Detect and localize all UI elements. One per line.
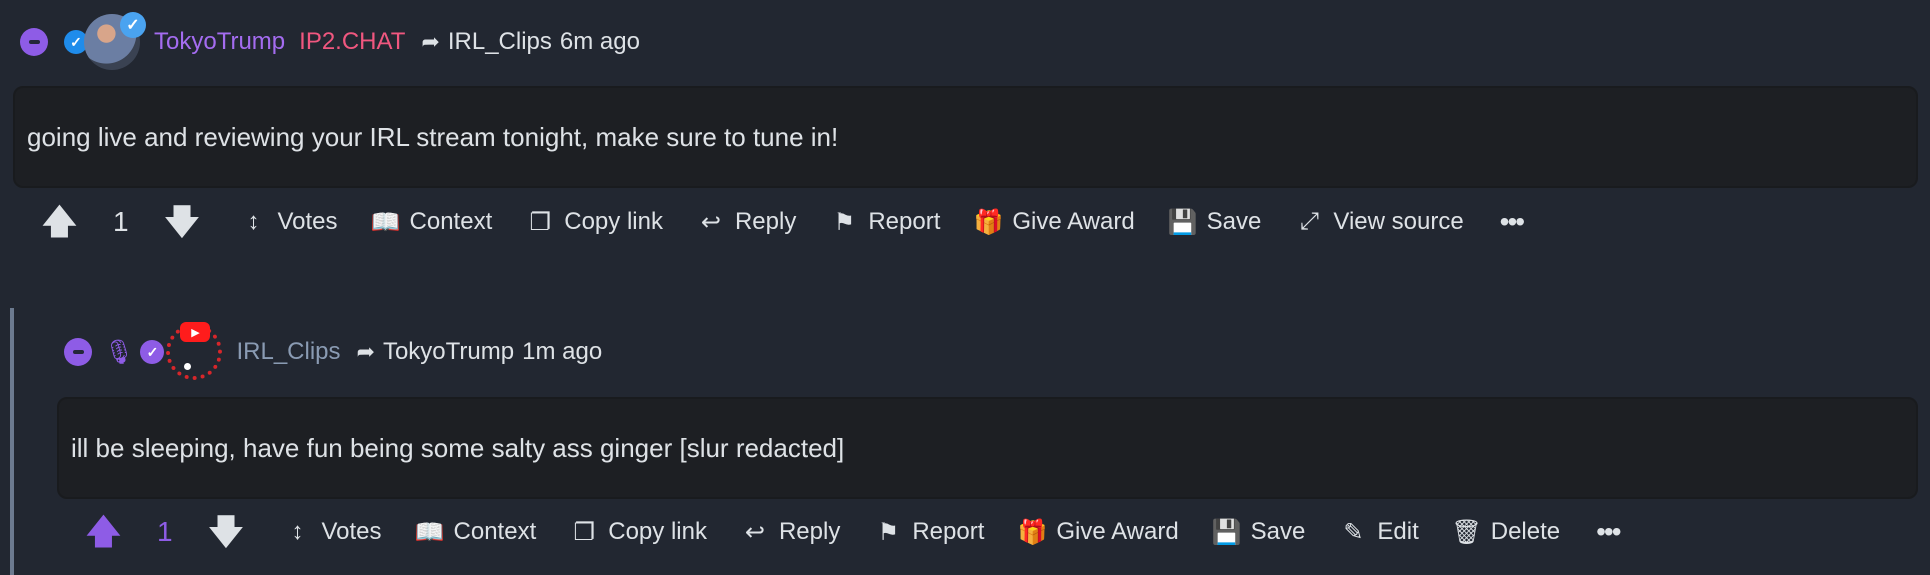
score: 1: [112, 206, 129, 237]
delete-button[interactable]: 🗑 Delete: [1451, 518, 1561, 547]
comment-text: going live and reviewing your IRL stream…: [27, 121, 839, 152]
votes-button[interactable]: ↕ Votes: [285, 518, 381, 546]
votes-button[interactable]: ↕ Votes: [241, 208, 337, 236]
reply-icon: ↩: [744, 518, 766, 546]
youtube-play-icon: ▶: [180, 322, 211, 342]
context-button[interactable]: 📖 Context: [414, 518, 537, 547]
comment-actions: 🡅 1 🡇 ↕ Votes 📖 Context ❐ Copy link ↩ Reply …: [42, 202, 1525, 242]
comment-header: 🎙 ✓ ▶ IRL_Clips ➦ TokyoTrump 1m ago: [64, 322, 602, 382]
thread-line[interactable]: [10, 308, 14, 575]
save-button[interactable]: 💾 Save: [1167, 208, 1262, 237]
upvote-button[interactable]: 🡅: [86, 515, 121, 549]
reply-button[interactable]: ↩ Reply: [699, 208, 796, 237]
score: 1: [156, 516, 173, 547]
collapse-button[interactable]: [20, 28, 48, 56]
avatar[interactable]: ▶: [166, 322, 223, 380]
reply-to: ➦ IRL_Clips 6m ago: [421, 28, 640, 56]
reply-to-username[interactable]: IRL_Clips: [448, 28, 552, 56]
comment-actions: 🡅 1 🡇 ↕ Votes 📖 Context ❐ Copy link ↩ Reply …: [86, 512, 1622, 552]
collapse-button[interactable]: [64, 338, 92, 366]
username[interactable]: TokyoTrump: [154, 28, 285, 56]
give-award-button[interactable]: 🎁 Give Award: [973, 208, 1134, 237]
more-options-icon[interactable]: •••: [1500, 206, 1525, 238]
report-button[interactable]: ⚑ Report: [832, 208, 941, 237]
verified-badge-icon: ✓: [120, 12, 146, 38]
book-icon: 📖: [370, 208, 401, 236]
timestamp: 1m ago: [522, 338, 603, 365]
username[interactable]: IRL_Clips: [236, 338, 340, 366]
trash-icon: 🗑: [1451, 518, 1482, 546]
timestamp: 6m ago: [559, 28, 640, 55]
copy-link-button[interactable]: ❐ Copy link: [528, 208, 662, 237]
gift-icon: 🎁: [973, 208, 1004, 236]
view-source-button[interactable]: ⤢ View source: [1297, 208, 1464, 236]
comment-header: ✓ ✓ TokyoTrump IP2.CHAT ➦ IRL_Clips 6m a…: [20, 12, 640, 72]
copy-link-button[interactable]: ❐ Copy link: [572, 518, 706, 547]
edit-icon: ✎: [1343, 518, 1364, 546]
vertical-arrows-icon: ↕: [247, 208, 260, 235]
avatar-dot: [184, 363, 192, 370]
floppy-disk-icon: 💾: [1167, 208, 1198, 236]
comment-body: going live and reviewing your IRL stream…: [13, 86, 1918, 188]
verified-icon: ✓: [140, 340, 165, 364]
share-arrow-icon: ➦: [421, 29, 440, 54]
reply-to: ➦ TokyoTrump 1m ago: [357, 338, 603, 366]
downvote-button[interactable]: 🡇: [209, 515, 244, 549]
avatar[interactable]: ✓: [84, 12, 146, 70]
flag-icon: ⚑: [877, 518, 900, 546]
more-options-icon[interactable]: •••: [1596, 516, 1621, 548]
vertical-arrows-icon: ↕: [291, 518, 304, 545]
book-icon: 📖: [414, 518, 445, 546]
comment-text: ill be sleeping, have fun being some sal…: [71, 432, 845, 463]
copy-icon: ❐: [573, 518, 595, 546]
microphone-icon: 🎙: [104, 338, 135, 366]
context-button[interactable]: 📖 Context: [370, 208, 493, 237]
save-button[interactable]: 💾 Save: [1211, 518, 1306, 547]
floppy-disk-icon: 💾: [1211, 518, 1242, 546]
reply-button[interactable]: ↩ Reply: [743, 518, 840, 547]
share-arrow-icon: ➦: [356, 339, 375, 364]
comment-body: ill be sleeping, have fun being some sal…: [57, 397, 1918, 499]
gift-icon: 🎁: [1017, 518, 1048, 546]
copy-icon: ❐: [529, 208, 551, 236]
reply-icon: ↩: [700, 208, 722, 236]
give-award-button[interactable]: 🎁 Give Award: [1017, 518, 1178, 547]
upvote-button[interactable]: 🡅: [42, 205, 77, 239]
user-flair: IP2.CHAT: [299, 28, 406, 55]
report-button[interactable]: ⚑ Report: [876, 518, 985, 547]
reply-to-username[interactable]: TokyoTrump: [383, 338, 514, 366]
flag-icon: ⚑: [833, 208, 856, 236]
edit-button[interactable]: ✎ Edit: [1341, 518, 1418, 547]
downvote-button[interactable]: 🡇: [165, 205, 200, 239]
expand-icon: ⤢: [1299, 208, 1319, 235]
